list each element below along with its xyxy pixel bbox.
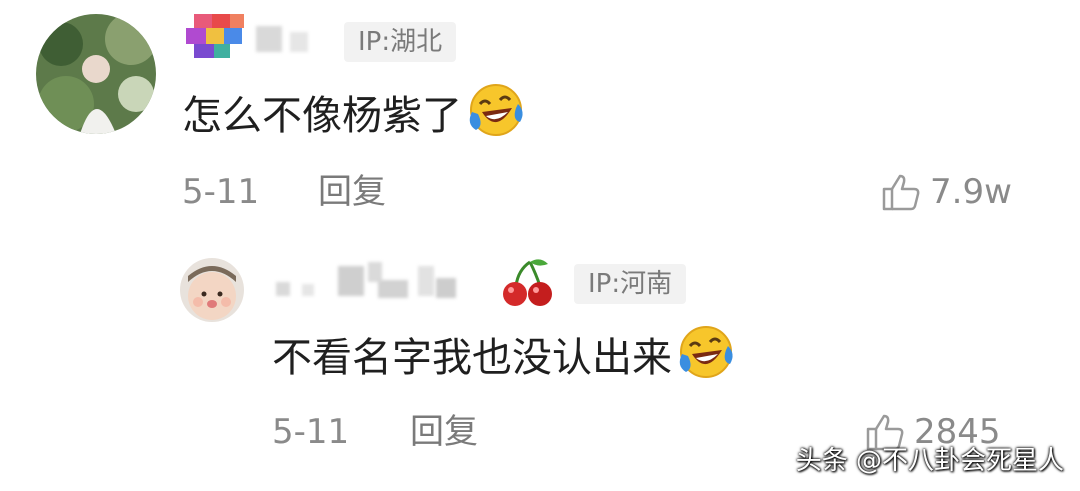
comment-text-content: 不看名字我也没认出来 — [272, 335, 672, 381]
avatar[interactable] — [36, 14, 156, 134]
reply-button[interactable]: 回复 — [318, 172, 386, 212]
like-count: 7.9w — [930, 172, 1012, 212]
laughing-crying-emoji-icon — [466, 82, 526, 150]
comment-date: 5-11 — [272, 412, 350, 452]
like-button[interactable]: 7.9w — [880, 172, 1012, 212]
ip-location-badge: IP:河南 — [574, 264, 687, 304]
username-obscured[interactable] — [268, 260, 478, 300]
laughing-crying-emoji-icon — [676, 324, 736, 392]
reply-button[interactable]: 回复 — [410, 412, 478, 452]
cherry-icon — [500, 258, 556, 312]
comment-text-content: 怎么不像杨紫了 — [182, 93, 462, 139]
watermark: 头条 @不八卦会死星人 — [795, 446, 1064, 476]
ip-location-badge: IP:湖北 — [344, 22, 457, 62]
username-obscured[interactable] — [186, 14, 336, 58]
thumbs-up-icon — [882, 174, 920, 211]
comment-text: 怎么不像杨紫了 — [182, 82, 526, 150]
avatar[interactable] — [180, 258, 244, 322]
comment-thread: IP:湖北 怎么不像杨紫了 5-11 回复 7.9w IP:河南 不看名字我也没… — [0, 0, 1080, 491]
comment-date: 5-11 — [182, 172, 260, 212]
comment-text: 不看名字我也没认出来 — [272, 324, 736, 392]
